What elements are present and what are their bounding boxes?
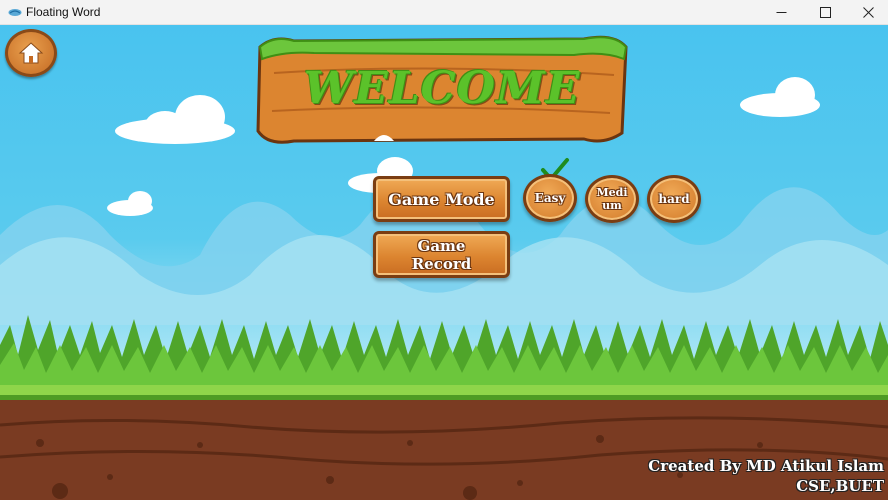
maximize-button[interactable] bbox=[803, 0, 847, 25]
game-record-button[interactable]: Game Record bbox=[373, 231, 510, 278]
welcome-title: WELCOME bbox=[303, 63, 581, 114]
easy-button[interactable]: Easy bbox=[523, 174, 577, 222]
home-icon bbox=[18, 42, 44, 64]
credit-institution: CSE,BUET bbox=[796, 477, 884, 495]
app-window: Floating Word WELCOME Game Mode Game Rec… bbox=[0, 0, 888, 500]
credit-author: Created By MD Atikul Islam bbox=[648, 457, 884, 475]
minimize-button[interactable] bbox=[759, 0, 803, 25]
welcome-sign: WELCOME bbox=[254, 33, 630, 146]
minimize-icon bbox=[776, 12, 786, 13]
window-title: Floating Word bbox=[26, 5, 101, 19]
game-mode-button[interactable]: Game Mode bbox=[373, 176, 510, 222]
medium-button[interactable]: Medi um bbox=[585, 175, 639, 223]
title-bar[interactable]: Floating Word bbox=[0, 0, 888, 25]
hard-button[interactable]: hard bbox=[647, 175, 701, 223]
close-button[interactable] bbox=[846, 0, 888, 25]
app-icon bbox=[8, 9, 22, 16]
game-scene: WELCOME Game Mode Game Record Easy Medi … bbox=[0, 25, 888, 500]
home-button[interactable] bbox=[5, 29, 57, 77]
close-icon bbox=[862, 7, 874, 18]
maximize-icon bbox=[819, 7, 831, 18]
